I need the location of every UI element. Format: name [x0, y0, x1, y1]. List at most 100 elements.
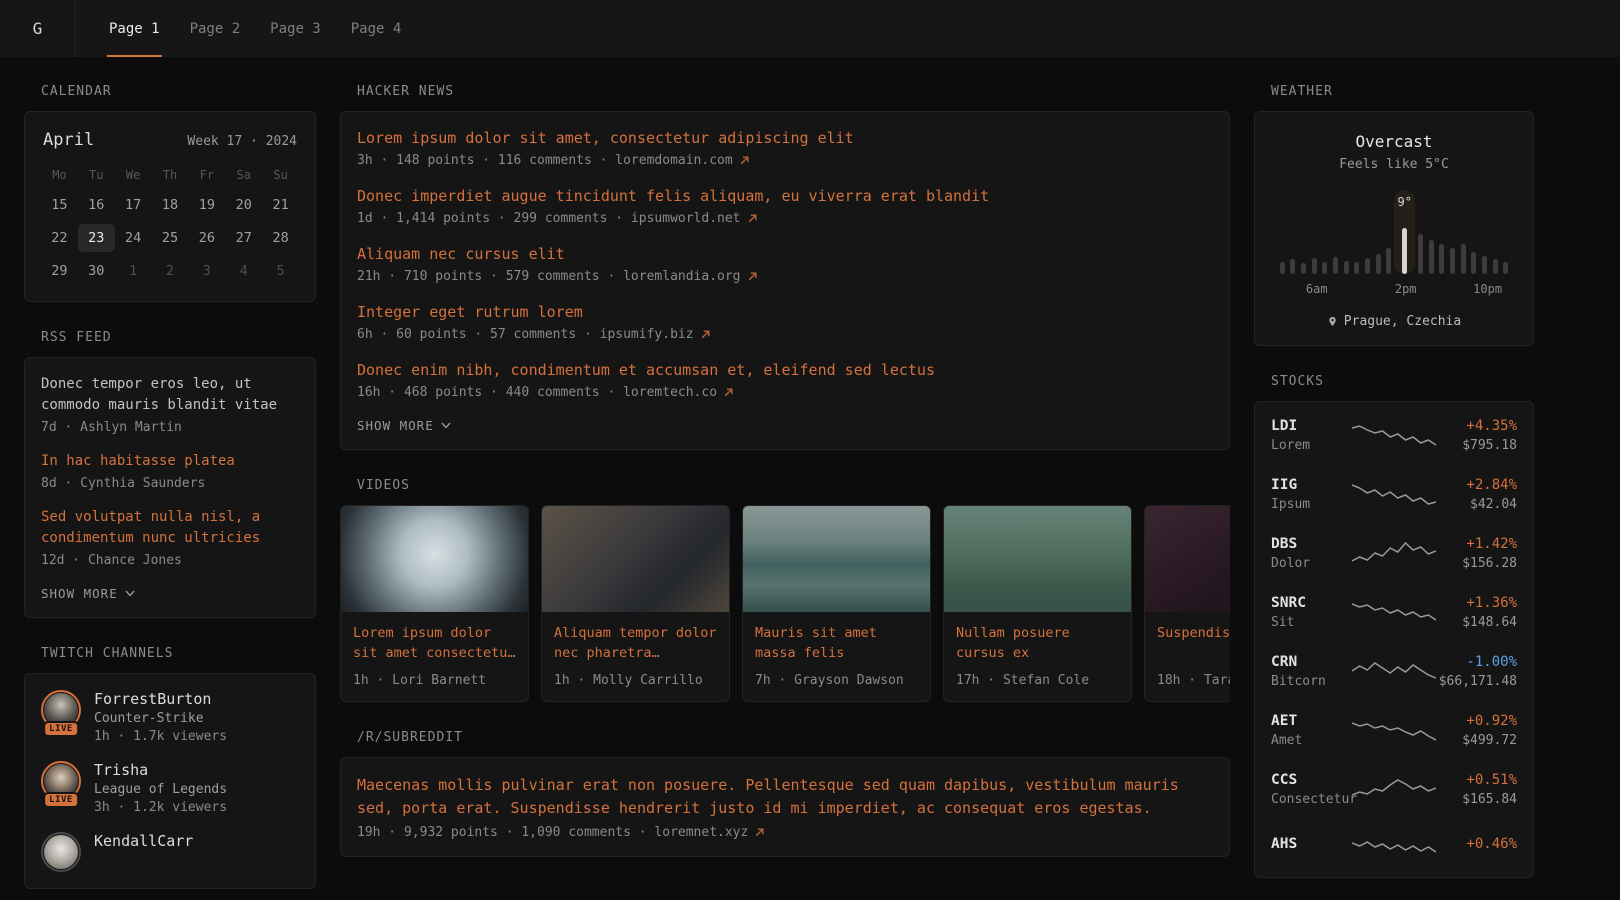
stock-row[interactable]: SNRC Sit +1.36% $148.64	[1271, 595, 1517, 630]
stock-row[interactable]: LDI Lorem +4.35% $795.18	[1271, 418, 1517, 453]
video-title[interactable]: Suspendisse diam	[1145, 612, 1230, 652]
weather-location: Prague, Czechia	[1344, 314, 1461, 329]
video-thumbnail[interactable]	[743, 506, 930, 612]
live-badge: LIVE	[45, 794, 77, 806]
stock-row[interactable]: DBS Dolor +1.42% $156.28	[1271, 536, 1517, 571]
calendar-day: 29	[41, 257, 78, 285]
page-tabs: Page 1 Page 2 Page 3 Page 4	[76, 0, 416, 57]
video-card[interactable]: Aliquam tempor dolor nec pharetra… 1h · …	[541, 505, 730, 702]
stock-sparkline	[1352, 657, 1436, 687]
external-link-icon[interactable]	[739, 155, 750, 166]
weather-bar	[1415, 190, 1426, 274]
news-item-link[interactable]: Donec imperdiet augue tincidunt felis al…	[357, 186, 1213, 207]
news-item-meta-text: 6h · 60 points · 57 comments · ipsumify.…	[357, 327, 694, 342]
rss-card: Donec tempor eros leo, ut commodo mauris…	[24, 357, 316, 618]
video-card[interactable]: Mauris sit amet massa felis 7h · Grayson…	[742, 505, 931, 702]
reddit-post-link[interactable]: Maecenas mollis pulvinar erat non posuer…	[357, 774, 1213, 821]
external-link-icon[interactable]	[747, 213, 758, 224]
chevron-down-icon	[441, 422, 451, 429]
calendar-day: 21	[262, 191, 299, 219]
news-item: Aliquam nec cursus elit 21h · 710 points…	[357, 244, 1213, 284]
stock-id: DBS Dolor	[1271, 536, 1352, 571]
tab-page-2[interactable]: Page 2	[175, 0, 256, 57]
channel-info: ForrestBurton Counter-Strike 1h · 1.7k v…	[94, 690, 227, 744]
twitch-channel[interactable]: KendallCarr	[41, 832, 299, 872]
reddit-post: Maecenas mollis pulvinar erat non posuer…	[357, 774, 1213, 840]
rss-item-link[interactable]: In hac habitasse platea	[41, 451, 299, 472]
weather-bar	[1373, 190, 1384, 274]
stock-values: +0.51% $165.84	[1436, 772, 1517, 807]
video-card[interactable]: Lorem ipsum dolor sit amet consectetu… 1…	[340, 505, 529, 702]
tab-page-1[interactable]: Page 1	[94, 0, 175, 57]
calendar-day: 27	[225, 224, 262, 252]
calendar-weekday: Su	[262, 164, 299, 186]
twitch-channel[interactable]: LIVE ForrestBurton Counter-Strike 1h · 1…	[41, 690, 299, 744]
external-link-icon[interactable]	[747, 271, 758, 282]
avatar: LIVE	[41, 690, 81, 730]
stock-name: Sit	[1271, 615, 1352, 630]
external-link-icon[interactable]	[723, 387, 734, 398]
video-title[interactable]: Lorem ipsum dolor sit amet consectetu…	[341, 612, 528, 663]
stock-sparkline	[1352, 598, 1436, 628]
chevron-down-icon	[125, 590, 135, 597]
video-title[interactable]: Nullam posuere cursus ex	[944, 612, 1131, 663]
section-title-hackernews: HACKER NEWS	[357, 84, 1230, 99]
video-title[interactable]: Mauris sit amet massa felis	[743, 612, 930, 663]
twitch-channel[interactable]: LIVE Trisha League of Legends 3h · 1.2k …	[41, 761, 299, 815]
weather-bar	[1298, 190, 1309, 274]
stock-change: +0.46%	[1436, 836, 1517, 852]
weather-bar	[1288, 190, 1299, 274]
middle-column: HACKER NEWS Lorem ipsum dolor sit amet, …	[340, 84, 1230, 857]
weather-bar	[1309, 190, 1320, 274]
external-link-icon[interactable]	[754, 827, 765, 838]
channel-name: KendallCarr	[94, 832, 193, 850]
videos-widget: VIDEOS Lorem ipsum dolor sit amet consec…	[340, 478, 1230, 702]
video-title[interactable]: Aliquam tempor dolor nec pharetra…	[542, 612, 729, 663]
weather-bar	[1352, 190, 1363, 274]
tab-page-4[interactable]: Page 4	[336, 0, 417, 57]
rss-item-link[interactable]: Sed volutpat nulla nisl, a condimentum n…	[41, 507, 299, 549]
calendar-day: 26	[188, 224, 225, 252]
rss-show-more-button[interactable]: SHOW MORE	[41, 586, 135, 601]
right-column: WEATHER Overcast Feels like 5°C 9° 6am2p…	[1254, 84, 1534, 878]
video-card[interactable]: Nullam posuere cursus ex 17h · Stefan Co…	[943, 505, 1132, 702]
stock-name: Consectetur	[1271, 792, 1352, 807]
stock-row[interactable]: CCS Consectetur +0.51% $165.84	[1271, 772, 1517, 807]
calendar-day-selected: 23	[78, 224, 115, 252]
calendar-day: 3	[188, 257, 225, 285]
weather-bar	[1437, 190, 1448, 274]
news-item-link[interactable]: Donec enim nibh, condimentum et accumsan…	[357, 360, 1213, 381]
stock-ticker: CCS	[1271, 772, 1352, 788]
stock-price: $165.84	[1436, 792, 1517, 807]
rss-item-link[interactable]: Donec tempor eros leo, ut commodo mauris…	[41, 374, 299, 416]
channel-meta: 3h · 1.2k viewers	[94, 800, 227, 815]
video-card[interactable]: Suspendisse diam 18h · Tara	[1144, 505, 1230, 702]
news-item-link[interactable]: Aliquam nec cursus elit	[357, 244, 1213, 265]
video-thumbnail[interactable]	[1145, 506, 1230, 612]
weather-bar	[1500, 190, 1511, 274]
stock-change: +0.92%	[1436, 713, 1517, 729]
news-item-meta-text: 16h · 468 points · 440 comments · loremt…	[357, 385, 717, 400]
stock-change: +4.35%	[1436, 418, 1517, 434]
stock-row[interactable]: CRN Bitcorn -1.00% $66,171.48	[1271, 654, 1517, 689]
stock-row[interactable]: IIG Ipsum +2.84% $42.04	[1271, 477, 1517, 512]
external-link-icon[interactable]	[700, 329, 711, 340]
news-item: Integer eget rutrum lorem 6h · 60 points…	[357, 302, 1213, 342]
left-column: CALENDAR April Week 17 · 2024 MoTuWeThFr…	[24, 84, 316, 889]
stock-id: AET Amet	[1271, 713, 1352, 748]
stock-name: Amet	[1271, 733, 1352, 748]
stock-name: Bitcorn	[1271, 674, 1352, 689]
news-item-link[interactable]: Lorem ipsum dolor sit amet, consectetur …	[357, 128, 1213, 149]
stock-row[interactable]: AET Amet +0.92% $499.72	[1271, 713, 1517, 748]
video-thumbnail[interactable]	[944, 506, 1131, 612]
tab-page-3[interactable]: Page 3	[255, 0, 336, 57]
news-item-link[interactable]: Integer eget rutrum lorem	[357, 302, 1213, 323]
hackernews-show-more-button[interactable]: SHOW MORE	[357, 418, 451, 433]
stock-id: CRN Bitcorn	[1271, 654, 1352, 689]
video-thumbnail[interactable]	[341, 506, 528, 612]
stock-row[interactable]: AHS +0.46%	[1271, 831, 1517, 861]
news-item-meta-text: 3h · 148 points · 116 comments · loremdo…	[357, 153, 733, 168]
video-thumbnail[interactable]	[542, 506, 729, 612]
stock-change: +1.42%	[1436, 536, 1517, 552]
weather-selected-temp: 9°	[1397, 195, 1411, 209]
